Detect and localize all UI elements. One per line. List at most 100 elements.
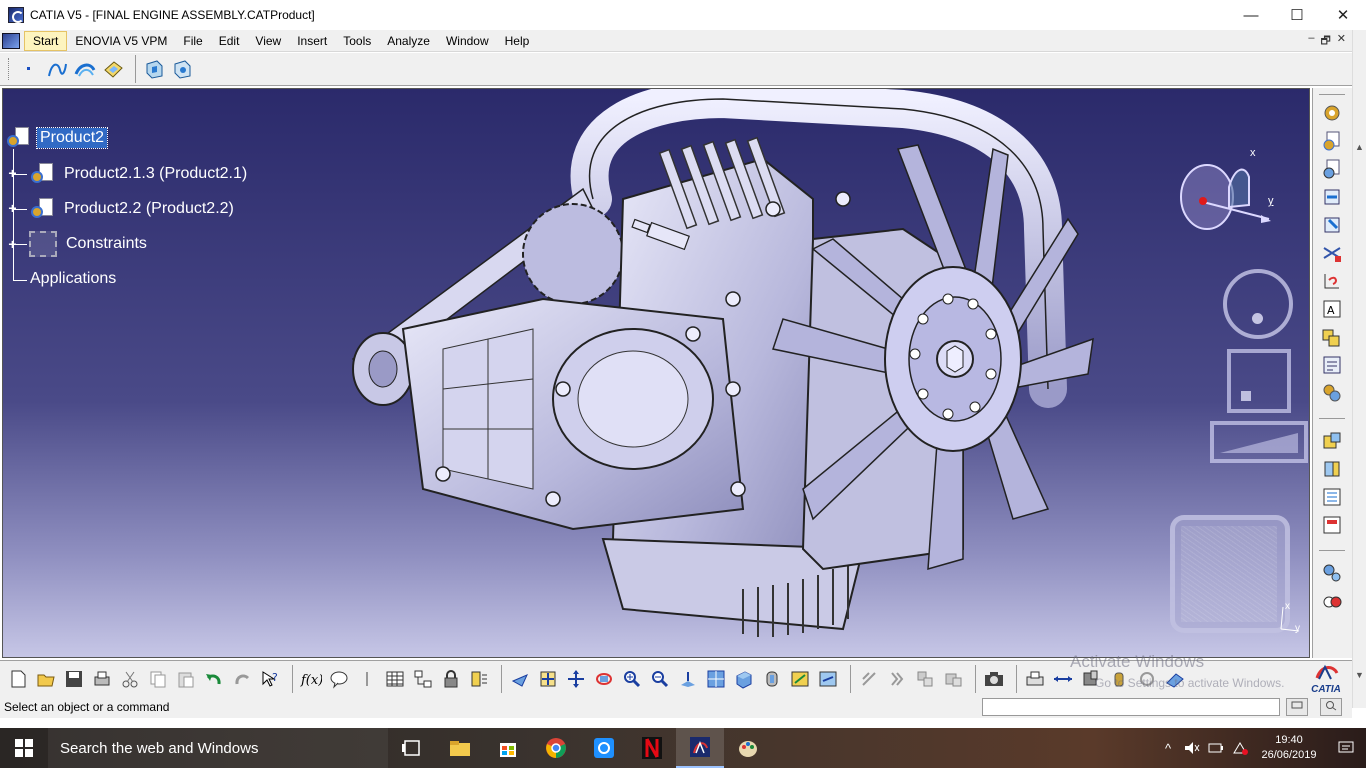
engine-assembly-model[interactable] bbox=[343, 89, 1103, 658]
knowledge-icon[interactable] bbox=[355, 667, 379, 691]
product-structure-gear-icon[interactable] bbox=[1321, 102, 1343, 124]
status-search-button[interactable] bbox=[1320, 698, 1342, 716]
shading-icon[interactable] bbox=[760, 667, 784, 691]
doc-minimize-button[interactable]: – bbox=[1308, 32, 1314, 51]
fix-component-icon[interactable] bbox=[1321, 430, 1343, 452]
menu-tools[interactable]: Tools bbox=[335, 30, 379, 52]
generate-numbering-icon[interactable]: A bbox=[1321, 298, 1343, 320]
undo-icon[interactable] bbox=[202, 667, 226, 691]
zoom-view-widget[interactable] bbox=[1210, 421, 1308, 463]
compass-widget[interactable]: x y bbox=[1173, 147, 1283, 237]
update-constraints-icon[interactable] bbox=[1321, 590, 1343, 612]
expand-icon[interactable]: + bbox=[7, 237, 18, 251]
status-options-button[interactable] bbox=[1286, 698, 1308, 716]
surface-icon[interactable] bbox=[101, 57, 125, 81]
tree-item-product2[interactable]: Product2 bbox=[5, 125, 109, 151]
sweep-curve-icon[interactable] bbox=[73, 57, 97, 81]
insert-component-icon[interactable] bbox=[1321, 130, 1343, 152]
whats-this-help-icon[interactable]: ? bbox=[258, 667, 282, 691]
selective-load-icon[interactable] bbox=[1321, 326, 1343, 348]
taskbar-search-input[interactable]: Search the web and Windows bbox=[48, 728, 388, 768]
clash-icon[interactable] bbox=[1023, 667, 1047, 691]
chrome-icon[interactable] bbox=[532, 728, 580, 768]
capture-icon[interactable] bbox=[982, 667, 1006, 691]
doc-restore-button[interactable]: 🗗 bbox=[1320, 32, 1330, 51]
menu-window[interactable]: Window bbox=[438, 30, 497, 52]
offset-constraint-icon[interactable] bbox=[1321, 514, 1343, 536]
netflix-icon[interactable] bbox=[628, 728, 676, 768]
new-file-icon[interactable] bbox=[6, 667, 30, 691]
doc-close-button[interactable]: ✕ bbox=[1337, 32, 1346, 51]
stop-manipulate-icon[interactable] bbox=[941, 667, 965, 691]
file-explorer-icon[interactable] bbox=[436, 728, 484, 768]
multi-view-icon[interactable] bbox=[704, 667, 728, 691]
paste-icon[interactable] bbox=[174, 667, 198, 691]
angle-constraint-icon[interactable] bbox=[1321, 562, 1343, 584]
iso-view-icon[interactable] bbox=[732, 667, 756, 691]
swap-visible-space-icon[interactable] bbox=[816, 667, 840, 691]
expand-icon[interactable]: + bbox=[7, 201, 18, 215]
action-center-icon[interactable] bbox=[1326, 728, 1366, 768]
menu-file[interactable]: File bbox=[175, 30, 210, 52]
part-view-icon[interactable] bbox=[170, 57, 194, 81]
3d-viewport[interactable]: Product2 + Product2.1.3 (Product2.1) + P… bbox=[2, 88, 1310, 658]
multi-instantiation-icon[interactable] bbox=[1321, 382, 1343, 404]
zoom-out-icon[interactable] bbox=[648, 667, 672, 691]
tree-item-constraints[interactable]: Constraints bbox=[29, 231, 150, 257]
copy-icon[interactable] bbox=[146, 667, 170, 691]
store-icon[interactable] bbox=[484, 728, 532, 768]
close-button[interactable]: ✕ bbox=[1320, 0, 1366, 30]
normal-view-icon[interactable] bbox=[676, 667, 700, 691]
minimize-button[interactable]: — bbox=[1228, 0, 1274, 30]
windows-start-button[interactable] bbox=[0, 728, 48, 768]
print-icon[interactable] bbox=[90, 667, 114, 691]
point-icon[interactable] bbox=[17, 57, 41, 81]
redo-icon[interactable] bbox=[230, 667, 254, 691]
overview-map[interactable] bbox=[1170, 515, 1290, 633]
fit-part-icon[interactable] bbox=[142, 57, 166, 81]
open-file-icon[interactable] bbox=[34, 667, 58, 691]
rotate-handle[interactable] bbox=[1252, 313, 1263, 324]
scroll-up-icon[interactable]: ▲ bbox=[1355, 142, 1364, 152]
tree-item-applications[interactable]: Applications bbox=[27, 269, 119, 289]
explode-icon[interactable] bbox=[913, 667, 937, 691]
tree-item-product2-2[interactable]: Product2.2 (Product2.2) bbox=[29, 196, 237, 222]
maximize-button[interactable]: ☐ bbox=[1274, 0, 1320, 30]
lock-icon[interactable] bbox=[439, 667, 463, 691]
insert-product-icon[interactable] bbox=[1321, 158, 1343, 180]
catia-logo[interactable]: CATIA bbox=[1306, 663, 1346, 695]
pan-icon[interactable] bbox=[564, 667, 588, 691]
snap-icon[interactable] bbox=[857, 667, 881, 691]
system-clock[interactable]: 19:40 26/06/2019 bbox=[1252, 733, 1326, 763]
tree-item-product2-1-3[interactable]: Product2.1.3 (Product2.1) bbox=[29, 161, 250, 187]
catalog-browser-icon[interactable] bbox=[411, 667, 435, 691]
replace-component-icon[interactable] bbox=[1321, 242, 1343, 264]
sync-app-icon[interactable] bbox=[580, 728, 628, 768]
cut-icon[interactable] bbox=[118, 667, 142, 691]
menu-help[interactable]: Help bbox=[497, 30, 538, 52]
measure-icon[interactable] bbox=[467, 667, 491, 691]
pan-handle[interactable] bbox=[1241, 391, 1251, 401]
save-icon[interactable] bbox=[62, 667, 86, 691]
vertical-scrollbar[interactable]: ▲ ▼ bbox=[1352, 30, 1366, 708]
power-input-field[interactable] bbox=[982, 698, 1280, 716]
existing-component-icon[interactable] bbox=[1321, 214, 1343, 236]
network-disconnected-icon[interactable] bbox=[1228, 728, 1252, 768]
show-hidden-icons-icon[interactable]: ^ bbox=[1156, 728, 1180, 768]
fly-mode-icon[interactable] bbox=[508, 667, 532, 691]
insert-part-icon[interactable] bbox=[1321, 186, 1343, 208]
menu-enovia[interactable]: ENOVIA V5 VPM bbox=[67, 30, 175, 52]
graph-tree-reordering-icon[interactable] bbox=[1321, 270, 1343, 292]
menu-edit[interactable]: Edit bbox=[211, 30, 248, 52]
menu-start[interactable]: Start bbox=[24, 30, 68, 51]
volume-muted-icon[interactable] bbox=[1180, 728, 1204, 768]
fit-all-in-icon[interactable] bbox=[536, 667, 560, 691]
paint-icon[interactable] bbox=[724, 728, 772, 768]
table-icon[interactable] bbox=[383, 667, 407, 691]
catia-taskbar-icon[interactable] bbox=[676, 728, 724, 768]
rotate-icon[interactable] bbox=[592, 667, 616, 691]
rotate-view-widget[interactable] bbox=[1223, 269, 1293, 339]
task-view-icon[interactable] bbox=[388, 728, 436, 768]
menu-analyze[interactable]: Analyze bbox=[379, 30, 438, 52]
catia-menu-icon[interactable] bbox=[2, 32, 20, 49]
